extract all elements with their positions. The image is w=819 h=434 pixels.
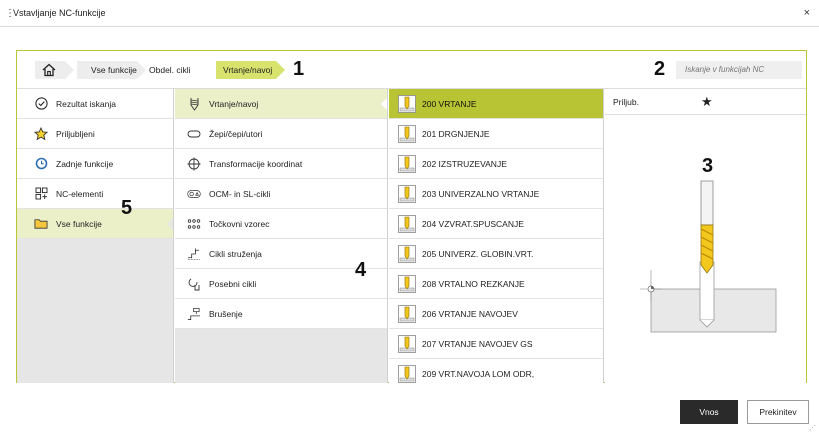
close-icon[interactable]: × [804,7,810,19]
dialog-title: Vstavljanje NC-funkcije [13,8,106,18]
cycle-200-icon [398,94,416,113]
cycle-item[interactable]: 200 VRTANJE [389,89,603,119]
ocm-sl-icon [187,187,201,201]
selection-notch [167,217,173,231]
grinding-icon [187,307,201,321]
group-label: Vrtanje/navoj [209,98,259,109]
cycle-label: 201 DRGNJENJE [422,128,490,139]
category-nc-elements[interactable]: NC-elementi [17,179,173,209]
cycle-201-icon [398,124,416,143]
folder-icon [34,217,48,231]
category-label: NC-elementi [56,188,104,199]
cycle-202-icon [398,154,416,173]
category-recent[interactable]: Zadnje funkcije [17,149,173,179]
group-label: Žepi/čepi/utori [209,128,263,139]
cycle-209-icon [398,364,416,383]
group-label: Brušenje [209,308,243,319]
cycle-label: 202 IZSTRUZEVANJE [422,158,507,169]
cycle-label: 203 UNIVERZALNO VRTANJE [422,188,540,199]
category-search-results[interactable]: Rezultat iskanja [17,89,173,119]
group-point-pattern[interactable]: Točkovni vzorec [175,209,387,239]
resize-grip-icon[interactable]: ⋰ [809,424,816,432]
cycle-item[interactable]: 209 VRT.NAVOJA LOM ODR, [389,359,603,383]
cycle-label: 207 VRTANJE NAVOJEV GS [422,338,533,349]
category-label: Rezultat iskanja [56,98,117,109]
group-label: Transformacije koordinat [209,158,303,169]
cycle-label: 206 VRTANJE NAVOJEV [422,308,518,319]
cycle-label: 204 VZVRAT.SPUSCANJE [422,218,524,229]
group-grinding[interactable]: Brušenje [175,299,387,329]
nc-elements-icon [34,187,48,201]
group-pockets[interactable]: Žepi/čepi/utori [175,119,387,149]
group-ocm-sl[interactable]: OCM- in SL-cikli [175,179,387,209]
breadcrumb-item-all-functions[interactable]: Vse funkcije [77,61,137,79]
home-icon[interactable] [39,60,59,80]
category-all-functions[interactable]: Vse funkcije [17,209,173,239]
search-input[interactable] [676,61,802,79]
breadcrumb: Vse funkcije Obdel. cikli Vrtanje/navoj … [17,51,806,89]
cycle-label: 209 VRT.NAVOJA LOM ODR, [422,368,535,379]
star-filled-icon[interactable]: ★ [701,94,713,110]
favorite-bar: Priljub. ★ [605,89,806,115]
cycle-207-icon [398,334,416,353]
cycle-item[interactable]: 207 VRTANJE NAVOJEV GS [389,329,603,359]
cancel-button[interactable]: Prekinitev [747,400,809,424]
cycle-label: 208 VRTALNO REZKANJE [422,278,525,289]
cycle-item[interactable]: 202 IZSTRUZEVANJE [389,149,603,179]
ok-button[interactable]: Vnos [680,400,738,424]
category-favorites[interactable]: Priljubljeni [17,119,173,149]
check-circle-icon [34,97,48,111]
cycle-item[interactable]: 203 UNIVERZALNO VRTANJE [389,179,603,209]
clock-icon [34,157,48,171]
special-cycle-icon [187,277,201,291]
group-label: OCM- in SL-cikli [209,188,271,199]
category-label: Priljubljeni [56,128,95,139]
cycle-label: 205 UNIVERZ. GLOBIN.VRT. [422,248,534,259]
callout-2: 2 [654,58,666,80]
breadcrumb-item-cycles[interactable]: Obdel. cikli [148,61,210,79]
callout-5: 5 [121,197,133,219]
cycle-item[interactable]: 204 VZVRAT.SPUSCANJE [389,209,603,239]
cycle-item[interactable]: 205 UNIVERZ. GLOBIN.VRT. [389,239,603,269]
breadcrumb-item-drilling[interactable]: Vrtanje/navoj [216,61,276,79]
cycle-column: 200 VRTANJE 201 DRGNJENJE 202 IZSTRUZEVANJ… [389,89,604,383]
cycle-item[interactable]: 201 DRGNJENJE [389,119,603,149]
drill-thread-icon [187,97,201,111]
category-column: Rezultat iskanja Priljubljeni Zadnje fun… [17,89,174,383]
cycle-preview-image [640,177,790,337]
turning-cycle-icon [187,247,201,261]
cycle-item[interactable]: 208 VRTALNO REZKANJE [389,269,603,299]
dialog-titlebar: ⋮ Vstavljanje NC-funkcije × [0,0,819,27]
cycle-203-icon [398,184,416,203]
group-label: Posebni cikli [209,278,257,289]
cycle-208-icon [398,274,416,293]
coordinate-transform-icon [187,157,201,171]
callout-3: 3 [702,155,714,177]
point-pattern-icon [187,217,201,231]
cycle-204-icon [398,214,416,233]
cycle-205-icon [398,244,416,263]
pocket-slot-icon [187,127,201,141]
group-label: Točkovni vzorec [209,218,270,229]
group-column: Vrtanje/navoj Žepi/čepi/utori Transforma… [175,89,388,383]
cycle-label: 200 VRTANJE [422,98,477,109]
nc-function-panel: Vse funkcije Obdel. cikli Vrtanje/navoj … [16,50,807,383]
menu-icon[interactable]: ⋮ [5,8,15,19]
star-outline-icon [34,126,48,141]
callout-1: 1 [293,58,305,80]
favorite-label: Priljub. [613,96,639,107]
group-label: Cikli struženja [209,248,262,259]
cycle-206-icon [398,304,416,323]
group-drilling-thread[interactable]: Vrtanje/navoj [175,89,387,119]
cycle-item[interactable]: 206 VRTANJE NAVOJEV [389,299,603,329]
detail-panel: Priljub. ★ 3 [605,89,806,383]
category-label: Zadnje funkcije [56,158,114,169]
selection-notch [381,97,387,111]
callout-4: 4 [355,259,367,281]
group-coordinate-transform[interactable]: Transformacije koordinat [175,149,387,179]
category-label: Vse funkcije [56,218,102,229]
